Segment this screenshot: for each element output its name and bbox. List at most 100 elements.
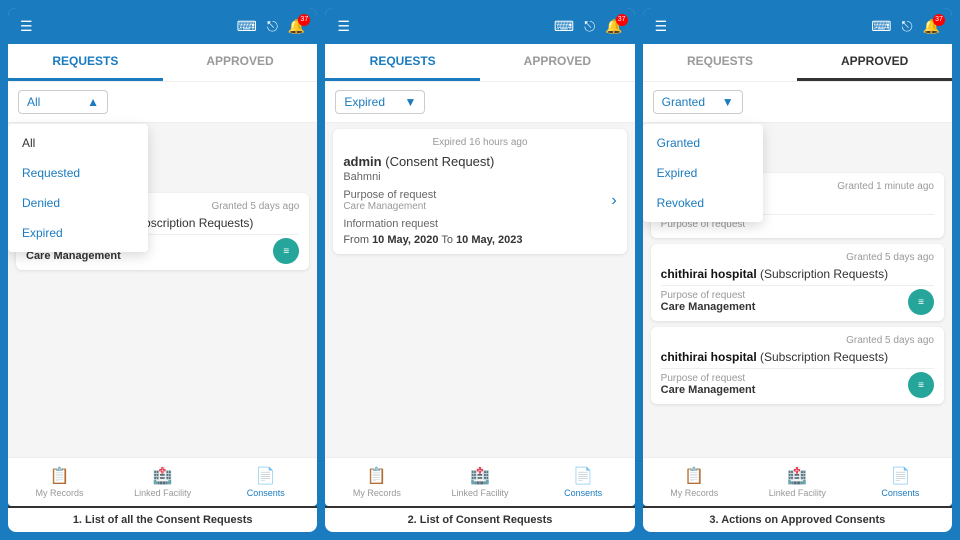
- nav-linked-facility-label-1: Linked Facility: [134, 488, 191, 498]
- filter-chevron-2: ▼: [404, 95, 416, 109]
- nav-linked-facility-1[interactable]: 🏥 Linked Facility: [111, 462, 214, 502]
- tabs-2: REQUESTS APPROVED: [325, 44, 634, 82]
- menu-icon-2[interactable]: ☰: [337, 18, 350, 35]
- share-icon[interactable]: ⎋: [267, 18, 278, 35]
- menu-icon[interactable]: ☰: [20, 18, 33, 35]
- dropdown-item-denied[interactable]: Denied: [8, 188, 148, 218]
- filter-label-3: Granted: [662, 95, 705, 109]
- card-purpose-label-3c: Purpose of request: [661, 373, 934, 384]
- dropdown-item-revoked[interactable]: Revoked: [643, 188, 763, 218]
- keyboard-icon-3[interactable]: ⌨: [871, 18, 891, 35]
- filter-select-3[interactable]: Granted ▼: [653, 90, 743, 114]
- card-action-btn-3c[interactable]: ≡: [908, 372, 934, 398]
- nav-consents-label-1: Consents: [247, 488, 285, 498]
- card-title-3b: chithirai hospital (Subscription Request…: [661, 267, 934, 281]
- keyboard-icon[interactable]: ⌨: [237, 18, 257, 35]
- nav-my-records-3[interactable]: 📋 My Records: [643, 462, 746, 502]
- my-records-icon-3: 📋: [684, 466, 704, 486]
- card-purpose-value-3b: Care Management: [661, 301, 934, 313]
- consents-icon-2: 📄: [573, 466, 593, 486]
- top-bar-2: ☰ ⌨ ⎋ 🔔 37: [325, 8, 634, 44]
- screen-3: ☰ ⌨ ⎋ 🔔 37 REQUESTS APPROVED Granted: [643, 8, 952, 532]
- keyboard-icon-2[interactable]: ⌨: [554, 18, 574, 35]
- caption-3: 3. Actions on Approved Consents: [643, 506, 952, 532]
- tabs-1: REQUESTS APPROVED: [8, 44, 317, 82]
- filter-label-1: All: [27, 95, 40, 109]
- nav-my-records-label-1: My Records: [36, 488, 84, 498]
- bell-icon[interactable]: 🔔 37: [288, 18, 305, 35]
- admin-card-chevron[interactable]: ›: [611, 192, 616, 210]
- nav-linked-facility-label-3: Linked Facility: [769, 488, 826, 498]
- filter-row-3: Granted ▼: [643, 82, 952, 123]
- admin-card-timestamp: Expired 16 hours ago: [343, 137, 616, 148]
- bottom-nav-1: 📋 My Records 🏥 Linked Facility 📄 Consent…: [8, 457, 317, 506]
- dropdown-item-expired[interactable]: Expired: [8, 218, 148, 248]
- nav-consents-label-3: Consents: [881, 488, 919, 498]
- admin-card-subname: Bahmni: [343, 171, 616, 183]
- filter-label-2: Expired: [344, 95, 385, 109]
- dropdown-item-requested[interactable]: Requested: [8, 158, 148, 188]
- filter-chevron-3: ▼: [722, 95, 734, 109]
- nav-my-records-1[interactable]: 📋 My Records: [8, 462, 111, 502]
- nav-linked-facility-3[interactable]: 🏥 Linked Facility: [746, 462, 849, 502]
- admin-consent-card: Expired 16 hours ago admin (Consent Requ…: [333, 129, 626, 254]
- phone-frame-1: ☰ ⌨ ⎋ 🔔 37 REQUESTS APPROVED All: [8, 8, 317, 506]
- consents-icon-3: 📄: [890, 466, 910, 486]
- caption-2: 2. List of Consent Requests: [325, 506, 634, 532]
- screen-2: ☰ ⌨ ⎋ 🔔 37 REQUESTS APPROVED Expired: [325, 8, 634, 532]
- admin-card-dates: From 10 May, 2020 To 10 May, 2023: [343, 234, 616, 246]
- filter-row-2: Expired ▼: [325, 82, 634, 123]
- share-icon-3[interactable]: ⎋: [901, 18, 912, 35]
- nav-my-records-label-3: My Records: [670, 488, 718, 498]
- tab-approved-1[interactable]: APPROVED: [163, 44, 318, 81]
- admin-card-care-mgmt: Care Management: [343, 201, 616, 212]
- dropdown-item-granted[interactable]: Granted: [643, 128, 763, 158]
- admin-card-info-label: Information request: [343, 218, 616, 230]
- card-purpose-label-3b: Purpose of request: [661, 290, 934, 301]
- menu-icon-3[interactable]: ☰: [655, 18, 668, 35]
- nav-consents-1[interactable]: 📄 Consents: [214, 462, 317, 502]
- nav-linked-facility-2[interactable]: 🏥 Linked Facility: [428, 462, 531, 502]
- phone-frame-3: ☰ ⌨ ⎋ 🔔 37 REQUESTS APPROVED Granted: [643, 8, 952, 506]
- top-bar-icons-1: ⌨ ⎋ 🔔 37: [237, 18, 306, 35]
- dropdown-3: Granted Expired Revoked: [643, 124, 763, 222]
- tab-requests-1[interactable]: REQUESTS: [8, 44, 163, 81]
- notification-badge-3: 37: [933, 14, 945, 26]
- card-timestamp-3c: Granted 5 days ago: [661, 335, 934, 346]
- consents-icon: 📄: [256, 466, 276, 486]
- top-bar-3: ☰ ⌨ ⎋ 🔔 37: [643, 8, 952, 44]
- filter-select-2[interactable]: Expired ▼: [335, 90, 425, 114]
- tab-approved-2[interactable]: APPROVED: [480, 44, 635, 81]
- linked-facility-icon-3: 🏥: [787, 466, 807, 486]
- tab-requests-3[interactable]: REQUESTS: [643, 44, 798, 81]
- nav-my-records-label-2: My Records: [353, 488, 401, 498]
- bottom-nav-3: 📋 My Records 🏥 Linked Facility 📄 Consent…: [643, 457, 952, 506]
- tab-approved-3[interactable]: APPROVED: [797, 44, 952, 81]
- dropdown-item-expired-3[interactable]: Expired: [643, 158, 763, 188]
- filter-select-1[interactable]: All ▲: [18, 90, 108, 114]
- nav-consents-3[interactable]: 📄 Consents: [849, 462, 952, 502]
- bell-icon-2[interactable]: 🔔 37: [605, 18, 622, 35]
- my-records-icon: 📋: [50, 466, 70, 486]
- notification-badge: 37: [298, 14, 310, 26]
- card-action-btn-3b[interactable]: ≡: [908, 289, 934, 315]
- consent-card-3c: Granted 5 days ago chithirai hospital (S…: [651, 327, 944, 404]
- consent-card-3b: Granted 5 days ago chithirai hospital (S…: [651, 244, 944, 321]
- notification-badge-2: 37: [616, 14, 628, 26]
- linked-facility-icon-2: 🏥: [470, 466, 490, 486]
- screen-1: ☰ ⌨ ⎋ 🔔 37 REQUESTS APPROVED All: [8, 8, 317, 532]
- share-icon-2[interactable]: ⎋: [584, 18, 595, 35]
- caption-1: 1. List of all the Consent Requests: [8, 506, 317, 532]
- admin-card-header: admin (Consent Request): [343, 154, 616, 169]
- tab-requests-2[interactable]: REQUESTS: [325, 44, 480, 81]
- dropdown-item-all[interactable]: All: [8, 128, 148, 158]
- bell-icon-3[interactable]: 🔔 37: [923, 18, 940, 35]
- content-3: Granted ▼ Granted Expired Revoked Grante…: [643, 82, 952, 457]
- card-timestamp-3b: Granted 5 days ago: [661, 252, 934, 263]
- tabs-3: REQUESTS APPROVED: [643, 44, 952, 82]
- bottom-nav-2: 📋 My Records 🏥 Linked Facility 📄 Consent…: [325, 457, 634, 506]
- nav-my-records-2[interactable]: 📋 My Records: [325, 462, 428, 502]
- top-bar-icons-3: ⌨ ⎋ 🔔 37: [871, 18, 940, 35]
- nav-consents-2[interactable]: 📄 Consents: [532, 462, 635, 502]
- filter-row-1: All ▲: [8, 82, 317, 123]
